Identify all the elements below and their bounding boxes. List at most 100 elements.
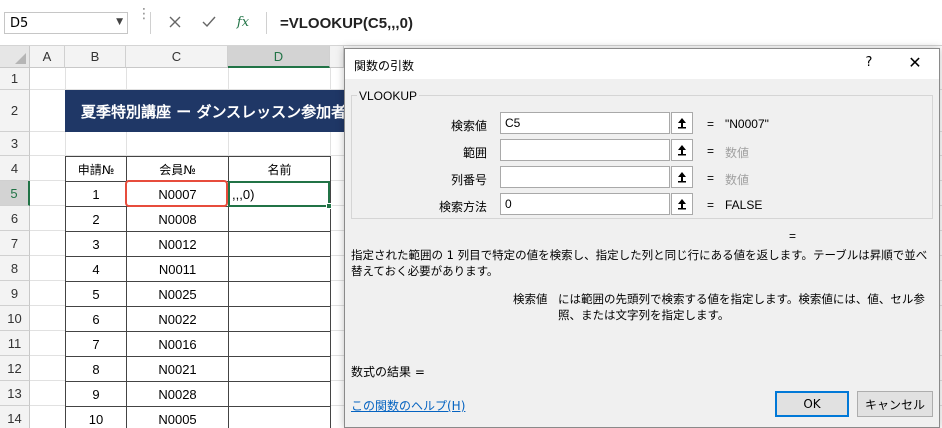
arg-description-name: 検索値 [513, 292, 548, 306]
row-header-14[interactable]: 14 [0, 406, 30, 428]
row-header-9[interactable]: 9 [0, 281, 30, 306]
table-cell-no[interactable]: 8 [66, 357, 127, 382]
collapse-dialog-icon[interactable] [671, 139, 693, 161]
row-header-7[interactable]: 7 [0, 231, 30, 256]
arg-input-lookup-value[interactable]: C5 [500, 112, 670, 134]
column-header-a[interactable]: A [30, 46, 65, 68]
function-help-link[interactable]: この関数のヘルプ(H) [351, 397, 465, 414]
table-cell-member[interactable]: N0022 [127, 307, 229, 332]
table-cell-name[interactable] [229, 307, 331, 332]
table-cell-no[interactable]: 7 [66, 332, 127, 357]
arg-equals: = [707, 117, 715, 131]
table-cell-member[interactable]: N0008 [127, 207, 229, 232]
table-cell-no[interactable]: 3 [66, 232, 127, 257]
formula-text: =VLOOKUP(C5,,,0) [280, 15, 413, 32]
table-cell-member[interactable]: N0025 [127, 282, 229, 307]
table-cell-member[interactable]: N0005 [127, 407, 229, 428]
collapse-dialog-icon[interactable] [671, 166, 693, 188]
dialog-titlebar[interactable]: 関数の引数 ? ✕ [345, 49, 939, 79]
table-cell-name[interactable] [229, 332, 331, 357]
title-banner: 夏季特別講座 ー ダンスレッスン参加者 [65, 90, 355, 132]
close-icon[interactable] [164, 11, 186, 33]
function-name: VLOOKUP [357, 89, 420, 103]
column-header-c[interactable]: C [126, 46, 228, 68]
formula-bar: D5 ▼ ⋮ fx =VLOOKUP(C5,,,0) [0, 0, 942, 46]
formula-input[interactable]: =VLOOKUP(C5,,,0) [272, 6, 940, 40]
formula-bar-divider [266, 12, 267, 34]
table-header-no[interactable]: 申請№ [66, 157, 127, 182]
column-header-d[interactable]: D [228, 46, 330, 68]
row-header-3[interactable]: 3 [0, 132, 30, 156]
row-header-10[interactable]: 10 [0, 306, 30, 331]
insert-function-button[interactable]: fx [232, 11, 254, 33]
check-icon[interactable] [198, 11, 220, 33]
table-cell-member[interactable]: N0028 [127, 382, 229, 407]
column-header-b[interactable]: B [65, 46, 126, 68]
table-header-name[interactable]: 名前 [229, 157, 331, 182]
reference-highlight [125, 180, 228, 207]
table-cell-no[interactable]: 5 [66, 282, 127, 307]
overall-result-equals: = [789, 229, 797, 243]
table-cell-member[interactable]: N0012 [127, 232, 229, 257]
table-cell-no[interactable]: 6 [66, 307, 127, 332]
table-cell-no[interactable]: 1 [66, 182, 127, 207]
table-cell-no[interactable]: 9 [66, 382, 127, 407]
table-cell-name[interactable] [229, 232, 331, 257]
arg-description: には範囲の先頭列で検索する値を指定します。検索値には、値、セル参照、または文字列… [558, 292, 925, 322]
fx-icon: fx [236, 14, 250, 30]
table-cell-no[interactable]: 4 [66, 257, 127, 282]
table-cell-member[interactable]: N0016 [127, 332, 229, 357]
arg-input-col-index[interactable] [500, 166, 670, 188]
drag-handle-icon[interactable]: ⋮ [137, 7, 151, 21]
close-icon[interactable]: ✕ [901, 53, 929, 75]
arg-label-table-array: 範囲 [462, 146, 487, 160]
table-cell-member[interactable]: N0011 [127, 257, 229, 282]
formula-bar-divider [150, 12, 151, 34]
ok-button[interactable]: OK [775, 391, 849, 417]
row-header-6[interactable]: 6 [0, 206, 30, 231]
arg-input-range-lookup[interactable]: 0 [500, 193, 670, 215]
table-cell-member[interactable]: N0021 [127, 357, 229, 382]
table-cell-no[interactable]: 2 [66, 207, 127, 232]
arg-label-range-lookup: 検索方法 [438, 200, 487, 214]
table-cell-name[interactable] [229, 407, 331, 428]
table-cell-name[interactable] [229, 382, 331, 407]
cell-edit-text: ,,,0) [232, 187, 255, 202]
row-header-12[interactable]: 12 [0, 356, 30, 381]
collapse-dialog-icon[interactable] [671, 112, 693, 134]
function-description: 指定された範囲の 1 列目で特定の値を検索し、指定した列と同じ行にある値を返しま… [351, 248, 928, 278]
table-header-member[interactable]: 会員№ [127, 157, 229, 182]
collapse-dialog-icon[interactable] [671, 193, 693, 215]
table-cell-no[interactable]: 10 [66, 407, 127, 428]
row-header-4[interactable]: 4 [0, 156, 30, 181]
column-header-e[interactable] [330, 46, 344, 68]
table-cell-name[interactable] [229, 257, 331, 282]
row-header-11[interactable]: 11 [0, 331, 30, 356]
arg-equals: = [707, 198, 715, 212]
table-cell-name[interactable] [229, 207, 331, 232]
row-header-5[interactable]: 5 [0, 181, 30, 206]
table-cell-name[interactable] [229, 357, 331, 382]
row-header-2[interactable]: 2 [0, 90, 30, 132]
active-cell[interactable]: ,,,0) [228, 181, 332, 209]
cancel-button[interactable]: キャンセル [857, 391, 933, 417]
arg-result-table-array: 数値 [725, 146, 750, 160]
row-header-8[interactable]: 8 [0, 256, 30, 281]
name-box[interactable]: D5 ▼ [4, 12, 128, 34]
arg-result-col-index: 数値 [725, 173, 750, 187]
help-icon[interactable]: ? [857, 55, 881, 75]
function-arguments-dialog: 関数の引数 ? ✕ VLOOKUP 検索値 C5 = "N0007" 範囲 = … [344, 48, 940, 428]
arg-result-lookup-value: "N0007" [725, 117, 769, 131]
dialog-title: 関数の引数 [354, 59, 415, 73]
arg-equals: = [707, 144, 715, 158]
table-cell-name[interactable] [229, 282, 331, 307]
select-all-button[interactable] [0, 46, 30, 68]
row-header-1[interactable]: 1 [0, 68, 30, 90]
fill-handle[interactable] [326, 203, 332, 209]
arg-equals: = [707, 171, 715, 185]
row-header-13[interactable]: 13 [0, 381, 30, 406]
arg-label-lookup-value: 検索値 [450, 119, 487, 133]
name-box-value: D5 [10, 16, 29, 31]
chevron-down-icon[interactable]: ▼ [116, 17, 123, 27]
arg-input-table-array[interactable] [500, 139, 670, 161]
